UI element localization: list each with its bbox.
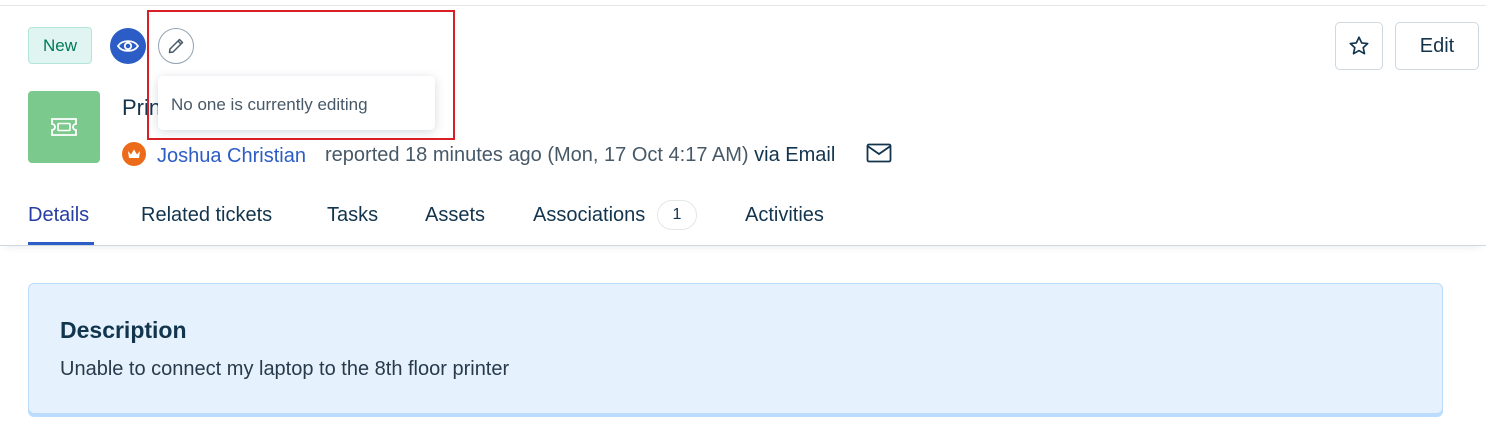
email-icon <box>866 143 892 163</box>
ticket-type-icon <box>28 91 100 163</box>
top-divider <box>0 5 1486 6</box>
active-tab-indicator <box>28 242 94 245</box>
watch-button[interactable] <box>110 28 146 64</box>
tab-tasks[interactable]: Tasks <box>327 204 378 227</box>
requester-link[interactable]: Joshua Christian <box>157 145 306 168</box>
reported-time: reported 18 minutes ago (Mon, 17 Oct 4:1… <box>325 144 749 166</box>
favorite-button[interactable] <box>1335 22 1383 70</box>
status-badge: New <box>28 27 92 64</box>
crown-icon <box>128 149 140 158</box>
eye-icon <box>117 40 139 52</box>
editing-status-button[interactable] <box>158 28 194 64</box>
description-card: Description Unable to connect my laptop … <box>28 283 1443 414</box>
tab-details[interactable]: Details <box>28 204 89 227</box>
description-title: Description <box>60 317 187 343</box>
ticket-icon <box>51 118 77 136</box>
ticket-tabs: Details Related tickets Tasks Assets Ass… <box>0 192 1486 246</box>
requester-avatar <box>122 142 146 166</box>
pencil-icon <box>168 38 184 54</box>
tab-associations[interactable]: Associations <box>533 204 645 227</box>
ticket-subject: Printer not connecting <box>122 95 162 120</box>
tab-activities[interactable]: Activities <box>745 204 824 227</box>
editing-tooltip: No one is currently editing <box>158 76 435 130</box>
source-label: via Email <box>754 144 836 166</box>
star-icon <box>1349 36 1369 55</box>
reported-meta: reported 18 minutes ago (Mon, 17 Oct 4:1… <box>325 144 835 167</box>
description-body: Unable to connect my laptop to the 8th f… <box>60 358 510 380</box>
tab-related-tickets[interactable]: Related tickets <box>141 204 272 227</box>
tab-assets[interactable]: Assets <box>425 204 485 227</box>
edit-button[interactable]: Edit <box>1395 22 1479 70</box>
associations-count-badge: 1 <box>657 200 697 230</box>
